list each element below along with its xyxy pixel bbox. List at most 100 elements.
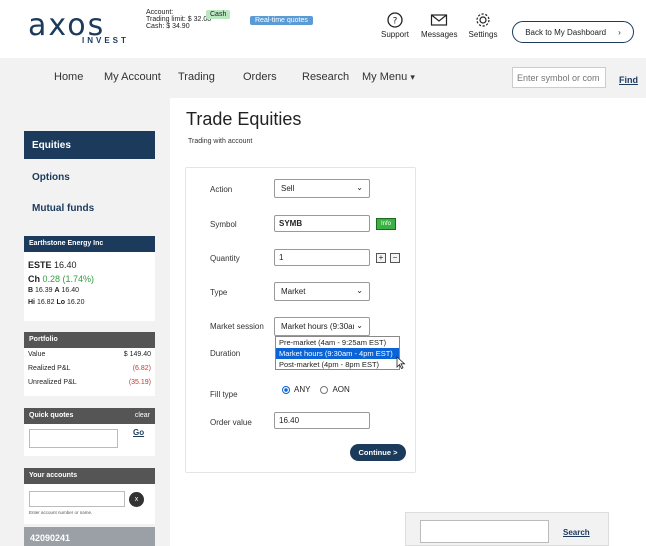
clear-account-icon[interactable]: x xyxy=(129,492,144,507)
portfolio-row: Value $ 149.40 xyxy=(28,351,151,365)
portfolio-row-value: $ 149.40 xyxy=(123,351,151,358)
type-select[interactable]: Market ⌄ xyxy=(274,282,370,301)
type-value: Market xyxy=(281,287,306,296)
portfolio-row-value: (35.19) xyxy=(128,379,151,386)
continue-button[interactable]: Continue > xyxy=(350,444,406,461)
nav-my-menu[interactable]: My Menu ▾ xyxy=(362,71,415,83)
order-value-field[interactable] xyxy=(274,412,370,429)
quick-quotes-title: Quick quotes xyxy=(29,412,74,419)
portfolio-row-value: (6.82) xyxy=(132,365,151,372)
action-label: Action xyxy=(210,185,233,194)
portfolio-row-label: Unrealized P&L xyxy=(28,379,77,386)
support-label: Support xyxy=(380,30,410,39)
hi-label: Hi xyxy=(28,299,35,306)
page-subtitle: Trading with account xyxy=(188,138,253,145)
quantity-label: Quantity xyxy=(210,254,240,263)
session-option-pre-market[interactable]: Pre-market (4am - 9:25am EST) xyxy=(276,337,399,348)
back-button-label: Back to My Dashboard xyxy=(525,27,607,37)
envelope-icon xyxy=(430,14,448,26)
account-search-input[interactable] xyxy=(29,491,125,507)
quote-widget-header[interactable]: Earthstone Energy Inc xyxy=(24,236,155,252)
settings-link[interactable]: Settings xyxy=(466,12,500,39)
order-value-label: Order value xyxy=(210,418,252,427)
bottom-search-input[interactable] xyxy=(420,520,549,543)
market-session-label: Market session xyxy=(210,322,264,331)
cash-value: Cash: $ 34.90 xyxy=(146,23,190,30)
quote-change: 0.28 (1.74%) xyxy=(42,274,95,284)
lo-label: Lo xyxy=(56,299,65,306)
nav-research[interactable]: Research xyxy=(302,71,349,83)
nav-orders[interactable]: Orders xyxy=(243,71,277,83)
your-accounts-header[interactable]: Your accounts xyxy=(24,468,155,484)
logo-subtitle: INVEST xyxy=(82,36,129,45)
bid-value: 16.39 xyxy=(35,287,53,294)
portfolio-row: Unrealized P&L (35.19) xyxy=(28,379,151,393)
type-label: Type xyxy=(210,288,228,297)
account-summary: Account: Trading limit: $ 32.08 Cash: $ … xyxy=(146,9,211,30)
duration-label: Duration xyxy=(210,349,241,358)
market-session-select[interactable]: Market hours (9:30am ⌄ xyxy=(274,317,370,336)
fill-aon-label: AON xyxy=(332,385,350,394)
symbol-search-input[interactable] xyxy=(512,67,606,88)
quote-widget: ESTE 16.40 Ch 0.28 (1.74%) B 16.39 A 16.… xyxy=(24,252,155,321)
nav-home[interactable]: Home xyxy=(54,71,83,83)
bid-label: B xyxy=(28,287,34,294)
messages-link[interactable]: Messages xyxy=(421,12,457,39)
caret-down-icon: ▾ xyxy=(410,72,415,82)
fill-type-label: Fill type xyxy=(210,390,238,399)
portfolio-header[interactable]: Portfolio xyxy=(24,332,155,348)
action-select[interactable]: Sell ⌄ xyxy=(274,179,370,198)
quote-symbol: ESTE xyxy=(28,260,52,270)
account-label: Account: xyxy=(146,9,174,16)
support-link[interactable]: ? Support xyxy=(380,12,410,39)
session-option-market-hours[interactable]: Market hours (9:30am - 4pm EST) xyxy=(276,348,399,359)
account-number[interactable]: 42090241 xyxy=(24,527,155,546)
portfolio-row-label: Value xyxy=(28,351,46,358)
quote-price: 16.40 xyxy=(54,260,77,270)
support-icon: ? xyxy=(387,12,403,28)
action-value: Sell xyxy=(281,184,295,193)
back-to-dashboard-button[interactable]: Back to My Dashboard › xyxy=(512,21,634,43)
market-session-value: Market hours (9:30am xyxy=(281,322,360,331)
fill-type-radio-group: ANY AON xyxy=(282,385,350,394)
chevron-down-icon: ⌄ xyxy=(356,183,363,192)
fill-aon-radio[interactable] xyxy=(320,385,329,394)
change-label: Ch xyxy=(28,274,40,284)
chevron-right-icon: › xyxy=(618,27,621,37)
quantity-plus-button[interactable]: + xyxy=(376,253,386,263)
quick-quotes-header: Quick quotes clear xyxy=(24,408,155,424)
nav-my-menu-label: My Menu xyxy=(362,71,408,83)
symbol-input[interactable] xyxy=(274,215,370,232)
portfolio-widget: Value $ 149.40 Realized P&L (6.82) Unrea… xyxy=(24,348,155,396)
sidebar-item-mutual-funds[interactable]: Mutual funds xyxy=(32,203,94,214)
mouse-pointer-icon xyxy=(396,356,406,369)
quantity-input[interactable] xyxy=(274,249,370,266)
sidebar-item-equities[interactable]: Equities xyxy=(24,131,155,159)
realtime-quotes-badge[interactable]: Real-time quotes xyxy=(250,16,313,25)
sidebar-item-options[interactable]: Options xyxy=(32,172,70,183)
session-option-post-market[interactable]: Post-market (4pm - 8pm EST) xyxy=(276,359,399,370)
settings-label: Settings xyxy=(468,30,498,39)
portfolio-row: Realized P&L (6.82) xyxy=(28,365,151,379)
find-link[interactable]: Find xyxy=(619,75,638,85)
quick-quotes-clear[interactable]: clear xyxy=(135,412,150,420)
gear-icon xyxy=(476,13,490,27)
fill-any-radio[interactable] xyxy=(282,385,290,394)
ask-value: 16.40 xyxy=(61,287,80,294)
chevron-down-icon: ⌄ xyxy=(356,286,363,295)
quick-quotes-go[interactable]: Go xyxy=(133,428,144,437)
top-header: axos INVEST Account: Trading limit: $ 32… xyxy=(0,0,646,58)
page-title: Trade Equities xyxy=(186,109,302,129)
account-search-hint: Enter account number or name. xyxy=(29,510,93,515)
nav-my-account[interactable]: My Account xyxy=(104,71,161,83)
quick-quotes-input[interactable] xyxy=(29,429,118,448)
quantity-minus-button[interactable]: − xyxy=(390,253,400,263)
lo-value: 16.20 xyxy=(66,299,85,306)
messages-label: Messages xyxy=(421,30,458,39)
nav-trading[interactable]: Trading xyxy=(178,71,215,83)
trading-limit: Trading limit: $ 32.08 xyxy=(146,16,212,23)
bottom-search-link[interactable]: Search xyxy=(563,528,590,537)
info-button[interactable]: Info xyxy=(376,218,396,230)
cash-badge: Cash xyxy=(206,10,231,19)
portfolio-row-label: Realized P&L xyxy=(28,365,71,372)
